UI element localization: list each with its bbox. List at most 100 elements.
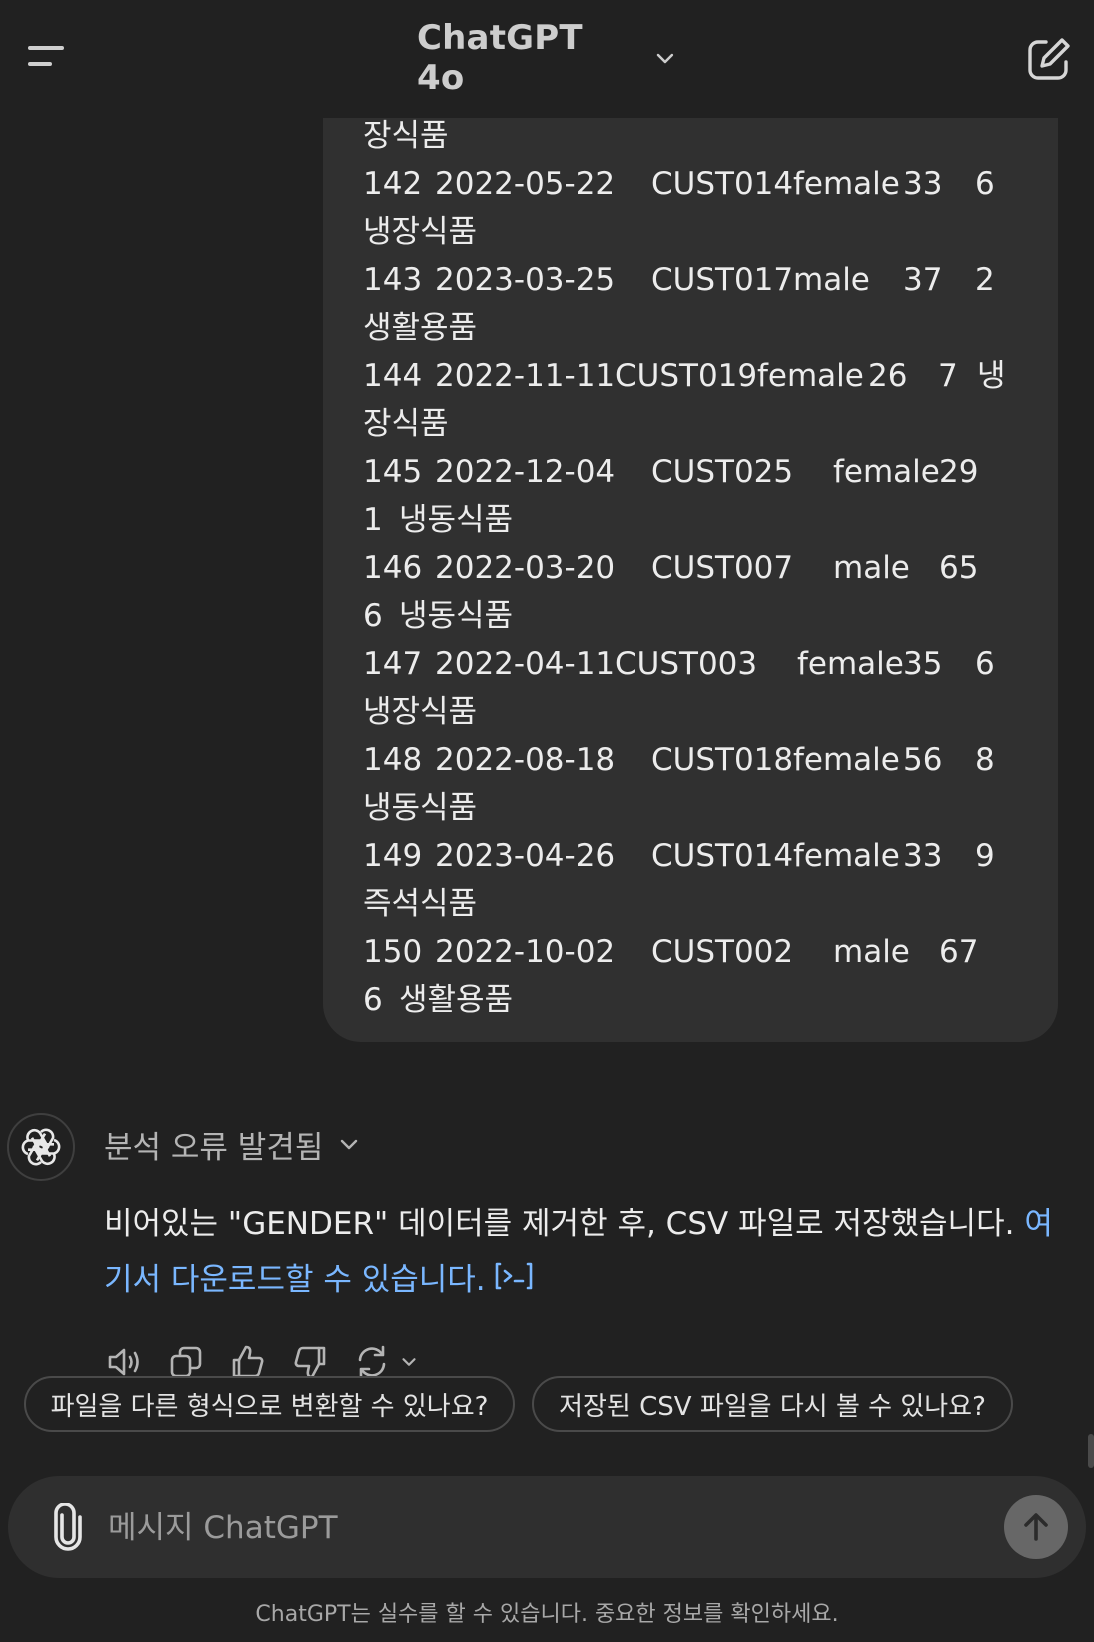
data-row: 145 2022-12-04 CUST025 female 29 — [363, 448, 1033, 496]
row-date: 2022-08-18 — [435, 742, 616, 778]
row-gender: male — [833, 550, 910, 586]
disclaimer-text: ChatGPT는 실수를 할 수 있습니다. 중요한 정보를 확인하세요. — [255, 1602, 839, 1627]
assistant-message-text: 비어있는 "GENDER" 데이터를 제거한 후, CSV 파일로 저장했습니다… — [104, 1206, 1025, 1242]
row-gender: male — [793, 262, 870, 298]
row-id: 150 — [363, 934, 423, 970]
row-id: 146 — [363, 550, 423, 586]
row-age: 33 — [903, 166, 943, 202]
chevron-down-icon — [341, 1139, 358, 1150]
row-id: 142 — [363, 166, 423, 202]
row-qty: 7 — [938, 358, 958, 394]
data-row: 147 2022-04-11 CUST003 female 35 6 — [363, 640, 1033, 688]
model-selector[interactable]: ChatGPT 4o — [417, 18, 677, 98]
user-message-bubble: 장식품 142 2022-05-22 CUST014 female 33 6 냉… — [323, 76, 1058, 1042]
row-customer: CUST017 — [651, 262, 794, 298]
row-category-start: 냉 — [977, 358, 1006, 394]
row-date: 2022-10-02 — [435, 934, 616, 970]
row-category: 냉동식품 — [363, 790, 478, 826]
row-qty: 6 — [975, 646, 995, 682]
assistant-avatar — [7, 1113, 75, 1181]
send-button[interactable] — [1004, 1495, 1068, 1559]
row-id: 148 — [363, 742, 423, 778]
row-qty: 1 — [363, 502, 383, 538]
top-bar: ChatGPT 4o — [0, 0, 1094, 118]
row-category: 냉장식품 — [363, 694, 478, 730]
row-date: 2022-03-20 — [435, 550, 616, 586]
row-category: 생활용품 — [399, 982, 514, 1018]
assistant-message: 비어있는 "GENDER" 데이터를 제거한 후, CSV 파일로 저장했습니다… — [104, 1196, 1054, 1310]
row-age: 37 — [903, 262, 943, 298]
data-row: 142 2022-05-22 CUST014 female 33 6 — [363, 160, 1033, 208]
row-customer: CUST003 — [615, 646, 758, 682]
row-date: 2022-12-04 — [435, 454, 616, 490]
row-category: 냉장식품 — [363, 214, 478, 250]
row-age: 29 — [939, 454, 979, 490]
data-row-continuation: 6 생활용품 — [363, 976, 1033, 1024]
model-name: ChatGPT 4o — [417, 18, 583, 98]
analysis-label: 분석 오류 발견됨 — [104, 1129, 324, 1166]
row-customer: CUST025 — [651, 454, 794, 490]
row-gender: female — [793, 742, 900, 778]
suggestion-chip[interactable]: 저장된 CSV 파일을 다시 볼 수 있나요? — [532, 1376, 1013, 1432]
row-age: 67 — [939, 934, 979, 970]
data-row: 148 2022-08-18 CUST018 female 56 8 — [363, 736, 1033, 784]
row-date: 2022-04-11 — [435, 646, 616, 682]
row-customer: CUST007 — [651, 550, 794, 586]
view-code-button[interactable] — [494, 1254, 534, 1310]
row-category: 장식품 — [363, 406, 449, 442]
row-gender: female — [797, 646, 904, 682]
row-customer: CUST019 — [615, 358, 758, 394]
row-gender: female — [793, 838, 900, 874]
chevron-down-icon — [402, 1358, 416, 1366]
hamburger-menu-icon — [28, 46, 64, 66]
new-chat-edit-icon — [1028, 38, 1070, 80]
attach-button[interactable] — [42, 1501, 94, 1553]
row-qty: 6 — [975, 166, 995, 202]
code-terminal-icon — [495, 1262, 532, 1289]
row-customer: CUST018 — [651, 742, 794, 778]
row-date: 2023-04-26 — [435, 838, 616, 874]
row-id: 144 — [363, 358, 423, 394]
row-date: 2023-03-25 — [435, 262, 616, 298]
paperclip-icon — [54, 1503, 82, 1551]
data-row: 144 2022-11-11 CUST019 female 26 7 냉 — [363, 352, 1033, 400]
chevron-down-icon — [656, 53, 674, 64]
analysis-toggle[interactable]: 분석 오류 발견됨 — [104, 1120, 361, 1168]
row-qty: 6 — [363, 598, 383, 634]
data-row: 143 2023-03-25 CUST017 male 37 2 — [363, 256, 1033, 304]
data-row: 149 2023-04-26 CUST014 female 33 9 — [363, 832, 1033, 880]
row-gender: male — [833, 934, 910, 970]
row-age: 33 — [903, 838, 943, 874]
data-row: 146 2022-03-20 CUST007 male 65 — [363, 544, 1033, 592]
row-customer: CUST014 — [651, 166, 794, 202]
message-composer — [8, 1476, 1086, 1578]
new-chat-button[interactable] — [1024, 34, 1074, 84]
row-id: 147 — [363, 646, 423, 682]
message-line: 장식품 — [363, 118, 449, 154]
row-id: 143 — [363, 262, 423, 298]
row-category: 즉석식품 — [363, 886, 478, 922]
row-gender: female — [757, 358, 864, 394]
row-qty: 6 — [363, 982, 383, 1018]
row-date: 2022-11-11 — [435, 358, 616, 394]
row-qty: 9 — [975, 838, 995, 874]
row-age: 35 — [903, 646, 943, 682]
row-date: 2022-05-22 — [435, 166, 616, 202]
arrow-up-icon — [1024, 1513, 1048, 1541]
user-message-text: 장식품 142 2022-05-22 CUST014 female 33 6 냉… — [363, 112, 1033, 1024]
row-id: 145 — [363, 454, 423, 490]
data-row-continuation: 1 냉동식품 — [363, 496, 1033, 544]
row-category: 냉동식품 — [399, 598, 514, 634]
row-category: 냉동식품 — [399, 502, 514, 538]
row-gender: female — [833, 454, 940, 490]
row-gender: female — [793, 166, 900, 202]
row-customer: CUST002 — [651, 934, 794, 970]
row-age: 56 — [903, 742, 943, 778]
data-row: 150 2022-10-02 CUST002 male 67 — [363, 928, 1033, 976]
data-row-continuation: 6 냉동식품 — [363, 592, 1033, 640]
scroll-handle[interactable] — [1088, 1434, 1094, 1468]
sidebar-menu-button[interactable] — [22, 36, 74, 80]
row-age: 26 — [868, 358, 908, 394]
message-input[interactable] — [106, 1498, 990, 1558]
suggestion-chip[interactable]: 파일을 다른 형식으로 변환할 수 있나요? — [24, 1376, 515, 1432]
